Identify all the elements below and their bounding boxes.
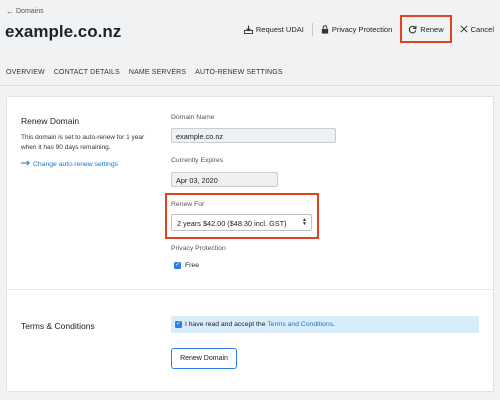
- lock-icon: [321, 24, 329, 34]
- tabs-divider: [0, 85, 500, 86]
- breadcrumb-domains-link[interactable]: Domains: [16, 8, 44, 15]
- cancel-label: Cancel: [470, 24, 494, 34]
- currently-expires-field: Apr 03, 2020: [171, 172, 278, 187]
- tab-contact-details[interactable]: CONTACT DETAILS: [54, 69, 120, 76]
- close-icon: [460, 25, 468, 33]
- privacy-free-option[interactable]: ✓ Free: [174, 262, 199, 269]
- privacy-free-checkbox[interactable]: ✓: [174, 262, 181, 269]
- request-udai-button[interactable]: Request UDAI: [239, 16, 309, 42]
- renew-for-label: Renew For: [171, 201, 205, 208]
- arrow-right-icon: [21, 160, 30, 168]
- renew-domain-heading: Renew Domain: [21, 116, 80, 126]
- select-caret-icon: ▲ ▼: [302, 217, 307, 227]
- tab-name-servers[interactable]: NAME SERVERS: [129, 69, 186, 76]
- privacy-free-label: Free: [185, 262, 199, 269]
- terms-link[interactable]: Terms and Conditions: [267, 321, 333, 328]
- domain-name-label: Domain Name: [171, 114, 215, 121]
- section-divider: [7, 289, 493, 290]
- terms-suffix: .: [333, 321, 335, 328]
- page-title: example.co.nz: [5, 22, 122, 41]
- download-icon: [243, 24, 253, 34]
- renew-panel: Renew Domain This domain is set to auto-…: [6, 96, 494, 392]
- request-udai-label: Request UDAI: [255, 24, 304, 34]
- breadcrumb[interactable]: ← Domains: [6, 7, 44, 16]
- terms-text: I have read and accept the: [185, 321, 266, 328]
- tab-auto-renew-settings[interactable]: AUTO-RENEW SETTINGS: [195, 69, 283, 76]
- cancel-button[interactable]: Cancel: [455, 16, 494, 42]
- renew-domain-button[interactable]: Renew Domain: [171, 348, 237, 369]
- renew-for-selected-value: 2 years $42.00 ($48.30 incl. GST): [177, 219, 287, 228]
- currently-expires-label: Currently Expires: [171, 157, 224, 164]
- renew-label: Renew: [420, 24, 444, 34]
- terms-acceptance: ✓ I have read and accept the Terms and C…: [171, 316, 479, 333]
- renew-description: This domain is set to auto-renew for 1 y…: [21, 134, 145, 151]
- privacy-protection-button[interactable]: Privacy Protection: [316, 16, 397, 42]
- toolbar-divider: [311, 22, 313, 36]
- tab-bar: OVERVIEW CONTACT DETAILS NAME SERVERS AU…: [6, 69, 283, 76]
- tab-overview[interactable]: OVERVIEW: [6, 69, 45, 76]
- renew-button[interactable]: Renew: [400, 15, 452, 43]
- back-arrow-icon: ←: [6, 7, 14, 16]
- privacy-protection-field-label: Privacy Protection: [171, 245, 226, 252]
- toolbar: Request UDAI Privacy Protection Renew Ca…: [239, 15, 494, 43]
- change-auto-renew-link[interactable]: Change auto-renew settings: [21, 160, 118, 168]
- terms-heading: Terms & Conditions: [21, 321, 95, 331]
- refresh-icon: [408, 25, 417, 34]
- domain-name-field: example.co.nz: [171, 128, 336, 143]
- terms-checkbox[interactable]: ✓: [175, 321, 182, 328]
- change-auto-renew-label: Change auto-renew settings: [33, 160, 119, 168]
- privacy-protection-label: Privacy Protection: [331, 24, 393, 34]
- renew-for-select[interactable]: 2 years $42.00 ($48.30 incl. GST) ▲ ▼: [171, 214, 312, 231]
